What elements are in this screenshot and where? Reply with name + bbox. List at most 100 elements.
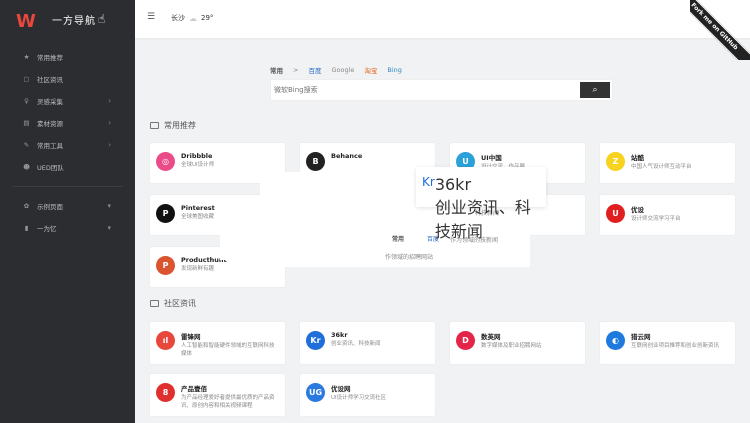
site-logo-icon: D	[456, 331, 475, 350]
card-title: 优设	[631, 206, 644, 214]
card-desc: 为产品经理爱好者提供最优质的产品资讯、原创内容和相关视频课程	[181, 395, 275, 409]
logo-mark: W	[16, 11, 36, 32]
site-card[interactable]: 8 产品壹佰 为产品经理爱好者提供最优质的产品资讯、原创内容和相关视频课程	[150, 374, 285, 416]
site-logo-icon: Z	[606, 152, 625, 171]
weather: 长沙 ☁ 29°	[171, 13, 213, 23]
header: ☰ 长沙 ☁ 29°	[135, 0, 750, 38]
search-tab-bing[interactable]: Bing	[387, 66, 402, 74]
card-title: 优设网	[331, 385, 351, 393]
sidebar-item-label: UED团队	[37, 164, 64, 172]
weather-city: 长沙	[171, 14, 185, 22]
search-tab-google[interactable]: Google	[331, 66, 354, 74]
github-ribbon[interactable]: Fork me on GitHub	[690, 0, 750, 60]
site-logo-icon: P	[156, 204, 175, 223]
section-title-community-label: 社区资讯	[164, 299, 196, 308]
sidebar-nav-extra: ✿ 示例页面 ▾ ▮ 一为忆 ▾	[0, 195, 135, 239]
site-card[interactable]: Z 站酷中国人气设计师互动平台	[600, 143, 735, 183]
sidebar-item[interactable]: ★ 常用推荐	[0, 46, 135, 68]
chevron-right-icon: >	[293, 66, 299, 74]
sidebar-nav: ★ 常用推荐 ▢ 社区资讯 ♀ 灵感采集 › ▤ 素材资源 › ✎ 常用工具 › ☻ UED团队	[0, 46, 135, 178]
section-title-common: 常用推荐	[150, 120, 196, 131]
users-icon: ☻	[23, 163, 30, 171]
hand-icon: ☝	[98, 12, 106, 26]
sidebar-item[interactable]: ▢ 社区资讯	[0, 68, 135, 90]
card-title: 雷锋网	[181, 333, 201, 341]
sidebar: W 一方导航 ☝ ★ 常用推荐 ▢ 社区资讯 ♀ 灵感采集 › ▤ 素材资源 › ✎ 常用工具 › ☻ UE…	[0, 0, 135, 423]
card-desc: 人工智能和智能硬件领域的互联网科技媒体	[181, 343, 275, 357]
search-tab-baidu[interactable]: 百度	[308, 65, 321, 75]
site-card[interactable]: Kr 36kr 创业资讯、科技新闻	[300, 322, 435, 364]
site-logo-icon: ıl	[156, 331, 175, 350]
menu-icon[interactable]: ☰	[147, 12, 155, 22]
card-desc: 创业资讯、科技新闻	[434, 198, 531, 241]
card-desc: UI设计师学习交流社区	[331, 395, 387, 401]
card-title: 猎云网	[631, 333, 651, 341]
sidebar-item-label: 一为忆	[37, 225, 57, 233]
sidebar-item-label: 灵感采集	[37, 98, 63, 106]
search-input[interactable]	[271, 80, 578, 100]
sidebar-item-label: 社区资讯	[37, 76, 63, 84]
ribbon-wrapper: Fork me on GitHub	[690, 0, 750, 60]
kr-icon: Kr	[422, 175, 435, 199]
card-desc: 互联网创业项目推荐和创业创新资讯	[631, 343, 720, 349]
sidebar-item[interactable]: ☻ UED团队	[0, 156, 135, 178]
site-card[interactable]: ıl 雷锋网人工智能和智能硬件领域的互联网科技媒体	[150, 322, 285, 364]
search-panel: 常用 > 百度 Google 淘宝 Bing ⌕	[270, 64, 613, 101]
site-card[interactable]: D 数英网 数字媒体及职业招聘网站	[450, 322, 585, 364]
site-card[interactable]: ◐ 猎云网互联网创业项目推荐和创业创新资讯	[600, 322, 735, 364]
search-tab-taobao[interactable]: 淘宝	[364, 65, 377, 75]
card-desc: 全球美图收藏	[181, 214, 215, 220]
card-title: 36kr	[331, 331, 348, 339]
box-icon: ▤	[23, 119, 30, 127]
gear-icon: ✿	[23, 202, 30, 210]
wrench-icon: ✎	[23, 141, 30, 149]
section-title-common-label: 常用推荐	[164, 121, 196, 130]
card-desc: 中国人气设计师互动平台	[631, 164, 692, 170]
card-desc: 发现新鲜有趣	[181, 266, 215, 272]
card-title: 站酷	[631, 154, 644, 162]
card-desc: 设计师交流学习平台	[631, 216, 681, 222]
sidebar-item[interactable]: ♀ 灵感采集 ›	[0, 90, 135, 112]
logo[interactable]: W 一方导航 ☝	[0, 0, 135, 38]
chevron-down-icon: ▾	[107, 224, 111, 232]
sidebar-item[interactable]: ✎ 常用工具 ›	[0, 134, 135, 156]
chevron-right-icon: ›	[108, 141, 111, 149]
search-tab-common[interactable]: 常用	[270, 65, 283, 75]
search-icon: ⌕	[592, 85, 598, 95]
card-title: 产品壹佰	[181, 385, 207, 393]
logo-text: 一方导航	[52, 15, 96, 27]
card-desc: 全球UI设计师	[181, 162, 215, 168]
sidebar-item-label: 常用推荐	[37, 54, 63, 62]
tag-icon	[150, 122, 159, 129]
ghost-text: 作领域的招聘网站	[385, 254, 434, 261]
ghost-text: 常用	[392, 236, 405, 243]
section-title-community: 社区资讯	[150, 298, 196, 309]
chevron-down-icon: ▾	[107, 202, 111, 210]
site-card[interactable]: U 优设设计师交流学习平台	[600, 195, 735, 235]
tag-icon	[150, 300, 159, 307]
blur-overlay-2	[220, 200, 320, 260]
site-card[interactable]: UG 优设网 UI设计师学习交流社区	[300, 374, 435, 416]
search-button[interactable]: ⌕	[580, 82, 610, 98]
site-logo-icon: U	[606, 204, 625, 223]
search-box: ⌕	[270, 79, 613, 101]
site-logo-icon: ◎	[156, 152, 175, 171]
sidebar-item[interactable]: ✿ 示例页面 ▾	[0, 195, 135, 217]
cloud-icon: ☁	[189, 13, 197, 23]
sidebar-item[interactable]: ▮ 一为忆 ▾	[0, 217, 135, 239]
sidebar-item-label: 常用工具	[37, 142, 63, 150]
site-logo-icon: Kr	[306, 331, 325, 350]
card-title: 数英网	[481, 333, 501, 341]
card-title: UI中国	[481, 154, 502, 162]
sidebar-item[interactable]: ▤ 素材资源 ›	[0, 112, 135, 134]
card-title: Behance	[331, 152, 363, 160]
sidebar-item-label: 素材资源	[37, 120, 63, 128]
floating-card[interactable]: Kr 36kr 创业资讯、科技新闻	[416, 167, 546, 241]
chat-icon: ▢	[23, 75, 30, 83]
book-icon: ▮	[24, 224, 29, 232]
site-logo-icon: UG	[306, 383, 325, 402]
chevron-right-icon: ›	[108, 119, 111, 127]
site-logo-icon: B	[306, 152, 325, 171]
site-logo-icon: ◐	[606, 331, 625, 350]
bulb-icon: ♀	[24, 97, 29, 105]
